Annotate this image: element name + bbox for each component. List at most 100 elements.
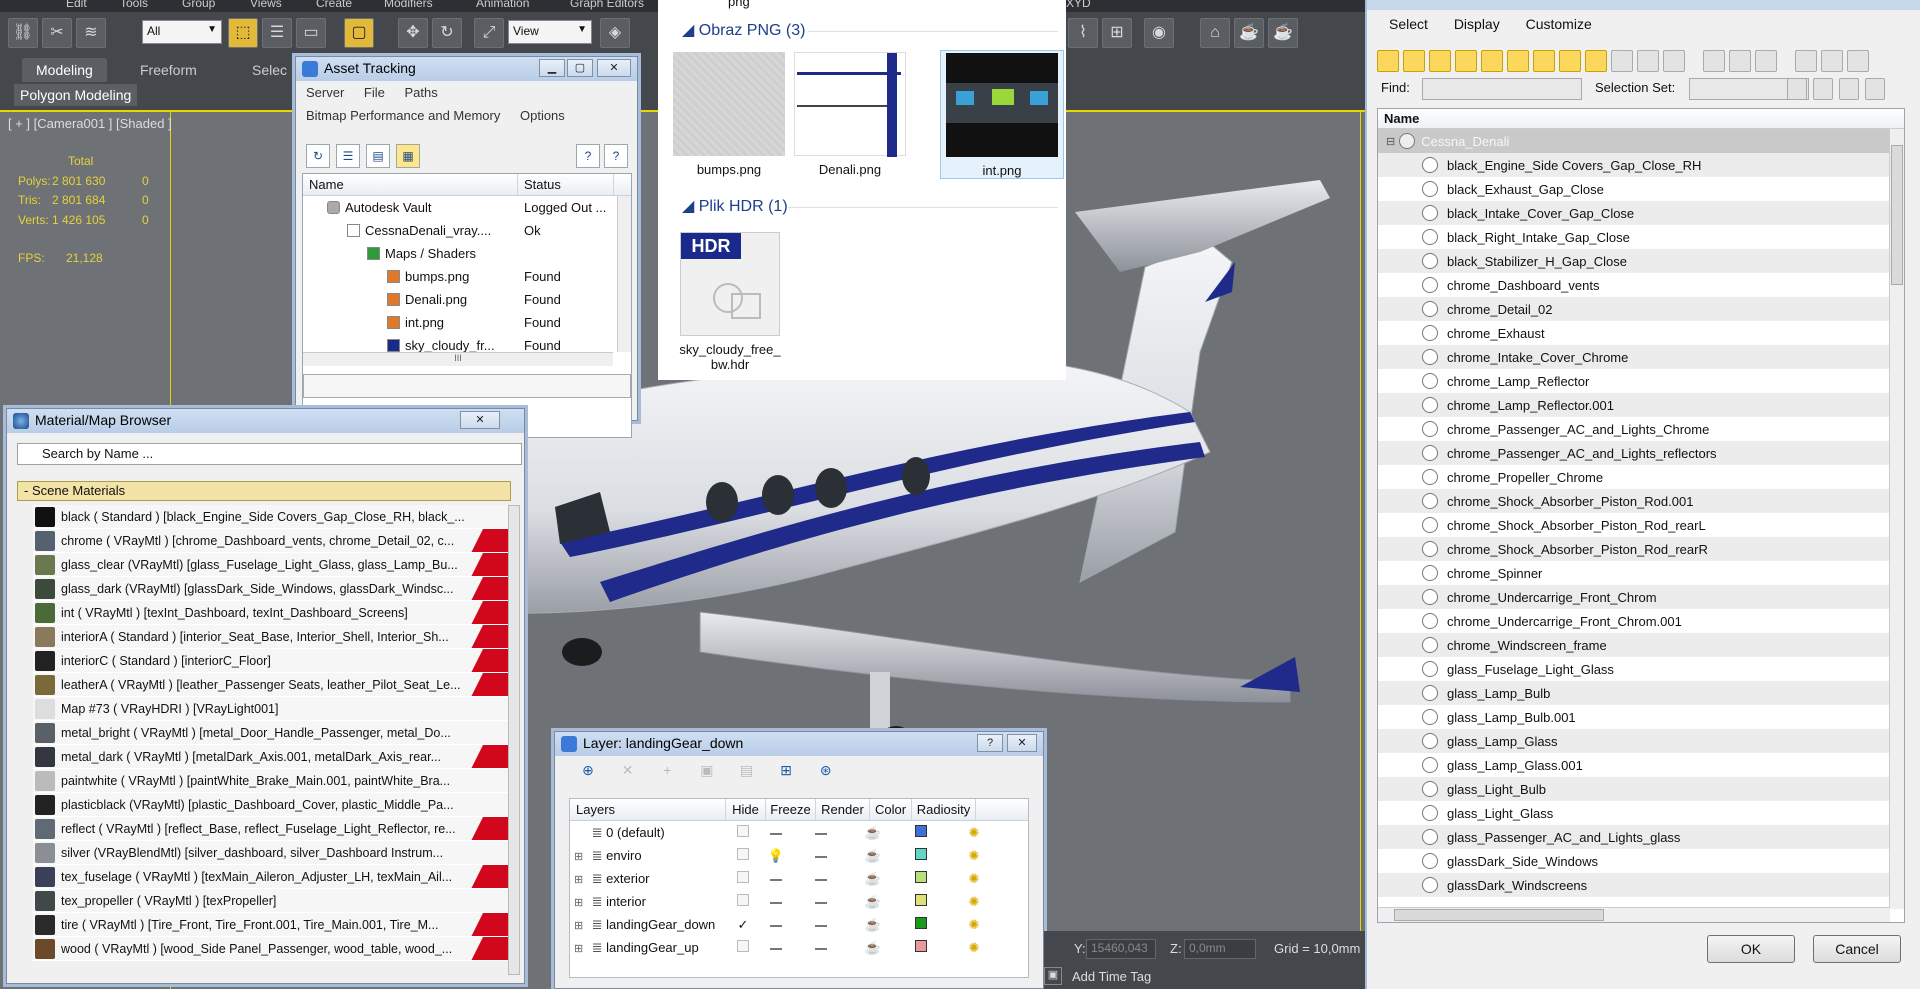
col-name[interactable]: Name <box>303 174 518 195</box>
scene-object-item[interactable]: glass_Lamp_Glass <box>1378 729 1904 753</box>
scene-object-item[interactable]: chrome_Shock_Absorber_Piston_Rod.001 <box>1378 489 1904 513</box>
rotate-icon[interactable]: ↻ <box>432 18 462 48</box>
pivot-center-icon[interactable]: ◈ <box>600 18 630 48</box>
selset-remove-icon[interactable] <box>1813 78 1833 100</box>
scene-object-item[interactable]: glass_Lamp_Glass.001 <box>1378 753 1904 777</box>
z-coordinate-field[interactable]: 0,0mm <box>1184 939 1256 959</box>
menu-options[interactable]: Options <box>520 108 565 123</box>
refresh-icon[interactable]: ↻ <box>306 144 330 168</box>
scene-object-item[interactable]: black_Intake_Cover_Gap_Close <box>1378 201 1904 225</box>
material-item[interactable]: interiorA ( Standard ) [interior_Seat_Ba… <box>33 625 511 649</box>
hide-toggle[interactable]: 💡 <box>756 848 796 864</box>
scroll-thumb[interactable] <box>1891 145 1903 285</box>
material-item[interactable]: leatherA ( VRayMtl ) [leather_Passenger … <box>33 673 511 697</box>
scene-object-item[interactable]: chrome_Passenger_AC_and_Lights_Chrome <box>1378 417 1904 441</box>
scene-object-item[interactable]: chrome_Detail_02 <box>1378 297 1904 321</box>
sync-selection-icon[interactable] <box>1821 50 1843 72</box>
time-tag-icon[interactable]: ▣ <box>1044 967 1062 985</box>
group-png[interactable]: ◢ Obraz PNG (3) <box>682 20 805 40</box>
bind-spacewarp-icon[interactable]: ≋ <box>76 18 106 48</box>
layer-row[interactable]: ⊞ ≣ enviro 💡 ☕ ✺ <box>570 844 1028 867</box>
scale-icon[interactable]: ⤢ <box>474 18 504 48</box>
menu-animation[interactable]: Animation <box>476 0 529 10</box>
layer-color-swatch[interactable] <box>900 894 942 909</box>
hide-toggle[interactable] <box>756 894 796 909</box>
ok-button[interactable]: OK <box>1707 935 1795 963</box>
material-item[interactable]: chrome ( VRayMtl ) [chrome_Dashboard_ven… <box>33 529 511 553</box>
menu-tools[interactable]: Tools <box>120 0 148 10</box>
display-bones-icon[interactable] <box>1585 50 1607 72</box>
material-item[interactable]: Map #73 ( VRayHDRI ) [VRayLight001] <box>33 697 511 721</box>
scene-object-item[interactable]: glass_Light_Glass <box>1378 801 1904 825</box>
material-list-vscroll[interactable] <box>508 505 520 975</box>
scene-object-item[interactable]: glassDark_Side_Windows <box>1378 849 1904 873</box>
layer-row[interactable]: ⊞ ≣ exterior ☕ ✺ <box>570 867 1028 890</box>
move-icon[interactable]: ✥ <box>398 18 428 48</box>
create-layer-icon[interactable]: ⊕ <box>577 762 599 784</box>
layer-manager-titlebar[interactable]: Layer: landingGear_down ? ✕ <box>555 732 1043 756</box>
layer-color-swatch[interactable] <box>900 917 942 932</box>
link-icon[interactable]: ⛓ <box>8 18 38 48</box>
menu-server[interactable]: Server <box>306 85 344 100</box>
radiosity-icon[interactable]: ✺ <box>942 917 1006 933</box>
layer-row[interactable]: ⊞ ≣ interior ☕ ✺ <box>570 890 1028 913</box>
expand-icon[interactable] <box>1847 50 1869 72</box>
material-item[interactable]: glass_dark (VRayMtl) [glassDark_Side_Win… <box>33 577 511 601</box>
scene-object-item[interactable]: chrome_Lamp_Reflector <box>1378 369 1904 393</box>
display-frozen-icon[interactable] <box>1637 50 1659 72</box>
filter-icon[interactable] <box>1795 50 1817 72</box>
menu-graph-editors[interactable]: Graph Editors <box>570 0 644 10</box>
select-objects-icon[interactable]: ▣ <box>696 762 718 784</box>
render-teapot-icon[interactable]: ☕ <box>846 825 900 841</box>
material-item[interactable]: black ( Standard ) [black_Engine_Side Co… <box>33 505 511 529</box>
scene-object-item[interactable]: black_Right_Intake_Gap_Close <box>1378 225 1904 249</box>
rect-selection-icon[interactable]: ▭ <box>296 18 326 48</box>
freeze-toggle[interactable] <box>796 917 846 932</box>
scene-object-item[interactable]: chrome_Spinner <box>1378 561 1904 585</box>
material-item[interactable]: tire ( VRayMtl ) [Tire_Front, Tire_Front… <box>33 913 511 937</box>
close-icon[interactable]: ✕ <box>1007 734 1037 752</box>
y-coordinate-field[interactable]: 15460,043 <box>1086 939 1156 959</box>
scene-object-item[interactable]: chrome_Shock_Absorber_Piston_Rod_rearR <box>1378 537 1904 561</box>
material-item[interactable]: tex_fuselage ( VRayMtl ) [texMain_Ailero… <box>33 865 511 889</box>
material-item[interactable]: metal_bright ( VRayMtl ) [metal_Door_Han… <box>33 721 511 745</box>
menu-edit[interactable]: Edit <box>66 0 87 10</box>
asset-row[interactable]: Denali.png Found <box>303 288 631 311</box>
render-teapot-icon[interactable]: ☕ <box>846 848 900 864</box>
freeze-all-icon[interactable]: ⊛ <box>815 762 837 784</box>
tab-freeform[interactable]: Freeform <box>126 58 211 82</box>
scene-object-item[interactable]: glass_Light_Bulb <box>1378 777 1904 801</box>
layer-row[interactable]: ≣ 0 (default) ☕ ✺ <box>570 821 1028 844</box>
schematic-view-icon[interactable]: ⊞ <box>1102 18 1132 48</box>
material-item[interactable]: paintwhite ( VRayMtl ) [paintWhite_Brake… <box>33 769 511 793</box>
selection-filter-dropdown[interactable]: All ▼ <box>142 20 222 44</box>
asset-row[interactable]: bumps.png Found <box>303 265 631 288</box>
curve-editor-icon[interactable]: ⌇ <box>1068 18 1098 48</box>
layer-row[interactable]: ⊞ ≣ landingGear_up ☕ ✺ <box>570 936 1028 959</box>
material-item[interactable]: silver (VRayBlendMtl) [silver_dashboard,… <box>33 841 511 865</box>
display-shapes-icon[interactable] <box>1403 50 1425 72</box>
col-layers[interactable]: Layers <box>570 799 726 820</box>
display-spacewarps-icon[interactable] <box>1507 50 1529 72</box>
scene-root-node[interactable]: ⊟ Cessna_Denali <box>1378 129 1904 153</box>
hide-toggle[interactable] <box>756 825 796 840</box>
render-setup-icon[interactable]: ⌂ <box>1200 18 1230 48</box>
asset-path-field[interactable] <box>303 374 631 398</box>
col-color[interactable]: Color <box>870 799 912 820</box>
context-help-icon[interactable]: ? <box>604 144 628 168</box>
file-bumps-png[interactable]: bumps.png <box>670 52 788 177</box>
col-name-header[interactable]: Name <box>1378 109 1904 129</box>
col-hide[interactable]: Hide <box>726 799 766 820</box>
select-object-icon[interactable]: ⬚ <box>228 18 258 48</box>
scene-object-item[interactable]: black_Exhaust_Gap_Close <box>1378 177 1904 201</box>
select-all-icon[interactable] <box>1703 50 1725 72</box>
selset-select-icon[interactable] <box>1839 78 1859 100</box>
menu-customize[interactable]: Customize <box>1526 16 1592 32</box>
current-layer-check[interactable] <box>730 894 756 909</box>
freeze-toggle[interactable] <box>796 894 846 909</box>
cancel-button[interactable]: Cancel <box>1813 935 1901 963</box>
layer-color-swatch[interactable] <box>900 940 942 955</box>
material-item[interactable]: tex_propeller ( VRayMtl ) [texPropeller] <box>33 889 511 913</box>
reference-coordinate-dropdown[interactable]: View ▼ <box>508 20 592 44</box>
asset-row[interactable]: CessnaDenali_vray.... Ok <box>303 219 631 242</box>
